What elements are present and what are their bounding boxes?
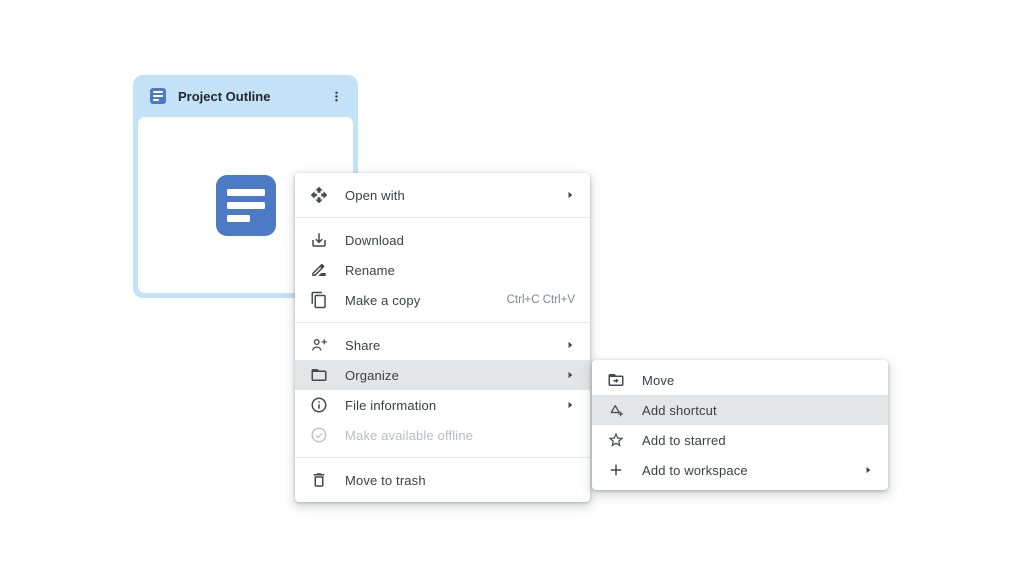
submenu-arrow-icon — [562, 187, 578, 203]
open-with-icon — [310, 186, 328, 204]
menu-item-label: Download — [345, 232, 405, 248]
more-vert-icon — [334, 91, 338, 101]
menu-item-label: Open with — [345, 187, 405, 203]
submenu-arrow-icon — [562, 367, 578, 383]
info-icon — [310, 396, 328, 414]
submenu-item-add-to-workspace[interactable]: Add to workspace — [592, 455, 888, 485]
add-shortcut-icon — [607, 401, 625, 419]
context-menu: Open with Download Rename Make a copy Ct… — [295, 173, 590, 502]
star-icon — [607, 431, 625, 449]
menu-item-rename[interactable]: Rename — [295, 255, 590, 285]
plus-icon — [607, 461, 625, 479]
rename-icon — [310, 261, 328, 279]
file-card-header: Project Outline — [133, 75, 358, 117]
menu-item-move-to-trash[interactable]: Move to trash — [295, 465, 590, 495]
download-icon — [310, 231, 328, 249]
submenu-item-move[interactable]: Move — [592, 365, 888, 395]
file-title: Project Outline — [178, 88, 271, 104]
share-icon — [310, 336, 328, 354]
docs-file-large-icon — [215, 174, 276, 236]
menu-item-label: Add shortcut — [642, 402, 717, 418]
submenu-section: Move Add shortcut Add to starred Add to … — [592, 360, 888, 490]
organize-submenu: Move Add shortcut Add to starred Add to … — [592, 360, 888, 490]
menu-section-organization: Share Organize File information Make ava… — [295, 322, 590, 457]
menu-section-trash: Move to trash — [295, 457, 590, 502]
menu-item-label: File information — [345, 397, 437, 413]
submenu-arrow-icon — [562, 397, 578, 413]
offline-check-icon — [310, 426, 328, 444]
submenu-arrow-icon — [860, 462, 876, 478]
submenu-item-add-shortcut[interactable]: Add shortcut — [592, 395, 888, 425]
keyboard-shortcut-hint: Ctrl+C Ctrl+V — [506, 294, 575, 306]
menu-item-make-available-offline: Make available offline — [295, 420, 590, 450]
menu-section-file-actions: Download Rename Make a copy Ctrl+C Ctrl+… — [295, 217, 590, 322]
menu-item-label: Add to workspace — [642, 462, 748, 478]
more-options-button[interactable] — [327, 87, 345, 105]
submenu-item-add-to-starred[interactable]: Add to starred — [592, 425, 888, 455]
menu-item-label: Share — [345, 337, 381, 353]
trash-icon — [310, 471, 328, 489]
menu-item-label: Organize — [345, 367, 399, 383]
menu-item-make-a-copy[interactable]: Make a copy Ctrl+C Ctrl+V — [295, 285, 590, 315]
menu-item-label: Make a copy — [345, 292, 421, 308]
move-folder-icon — [607, 371, 625, 389]
menu-item-label: Move — [642, 372, 675, 388]
menu-item-label: Make available offline — [345, 427, 474, 443]
menu-item-open-with[interactable]: Open with — [295, 180, 590, 210]
copy-icon — [310, 291, 328, 309]
menu-section-open: Open with — [295, 173, 590, 217]
menu-item-label: Add to starred — [642, 432, 726, 448]
menu-item-download[interactable]: Download — [295, 225, 590, 255]
menu-item-file-information[interactable]: File information — [295, 390, 590, 420]
menu-item-label: Move to trash — [345, 472, 426, 488]
docs-file-icon — [150, 88, 166, 104]
submenu-arrow-icon — [562, 337, 578, 353]
menu-item-organize[interactable]: Organize — [295, 360, 590, 390]
menu-item-share[interactable]: Share — [295, 330, 590, 360]
menu-item-label: Rename — [345, 262, 396, 278]
folder-icon — [310, 366, 328, 384]
